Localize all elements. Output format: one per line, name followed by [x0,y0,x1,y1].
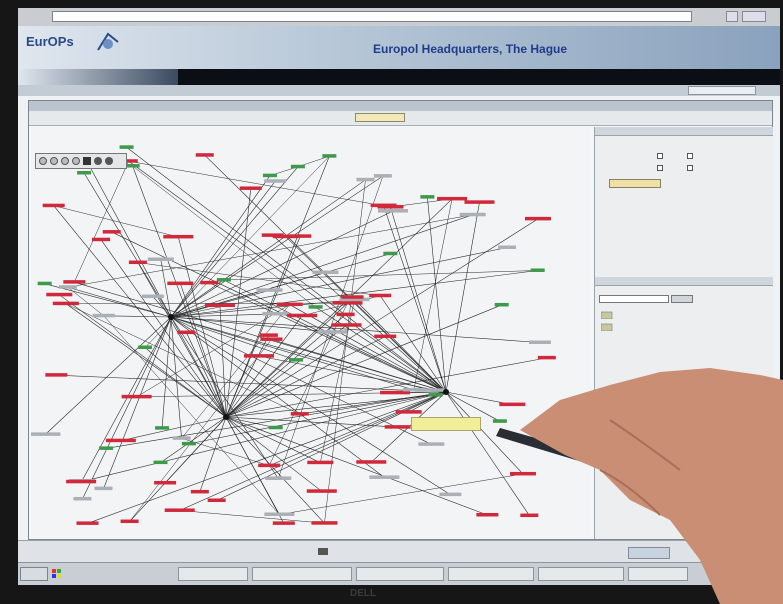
hand-with-stylus [496,368,783,604]
hand [520,368,783,604]
